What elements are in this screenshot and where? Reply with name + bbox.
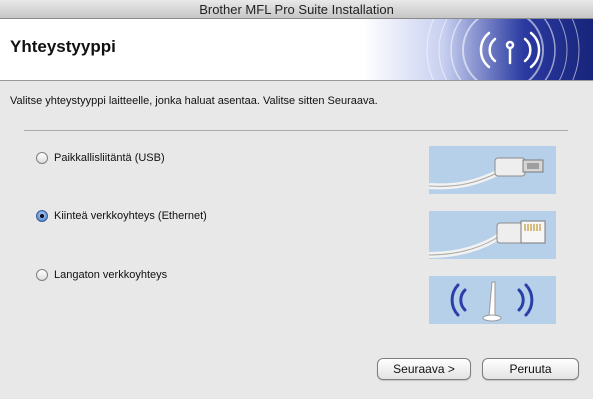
radio-usb[interactable] (36, 152, 48, 164)
radio-ethernet[interactable] (36, 210, 48, 222)
divider (24, 130, 568, 131)
header-panel: Yhteystyyppi (0, 19, 593, 81)
wireless-antenna-icon (429, 276, 556, 324)
option-ethernet-label: Kiinteä verkkoyhteys (Ethernet) (54, 210, 207, 222)
ethernet-cable-icon (429, 211, 556, 259)
window-titlebar[interactable]: Brother MFL Pro Suite Installation (0, 0, 593, 19)
brother-banner (363, 19, 593, 80)
option-usb[interactable]: Paikkallisliitäntä (USB) (36, 152, 165, 164)
cancel-button[interactable]: Peruuta (482, 358, 579, 380)
page-title: Yhteystyyppi (10, 37, 116, 56)
option-usb-label: Paikkallisliitäntä (USB) (54, 152, 165, 164)
window-title: Brother MFL Pro Suite Installation (199, 2, 394, 17)
instruction-text: Valitse yhteystyyppi laitteelle, jonka h… (10, 95, 378, 107)
radio-wireless[interactable] (36, 269, 48, 281)
option-ethernet[interactable]: Kiinteä verkkoyhteys (Ethernet) (36, 210, 207, 222)
option-wireless-label: Langaton verkkoyhteys (54, 269, 168, 281)
option-wireless[interactable]: Langaton verkkoyhteys (36, 269, 167, 281)
usb-cable-icon (429, 146, 556, 194)
next-button[interactable]: Seuraava > (377, 358, 471, 380)
